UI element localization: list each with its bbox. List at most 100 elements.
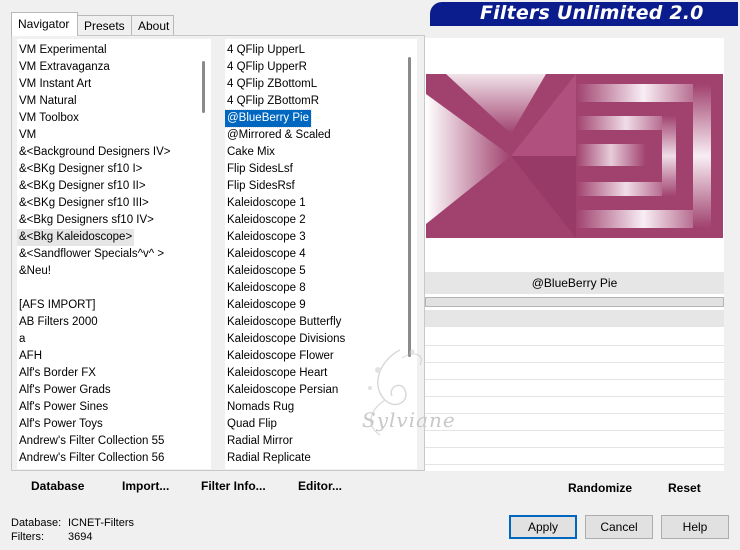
filter-scroll-thumb[interactable] [408,57,411,357]
tab-navigator[interactable]: Navigator [11,12,78,36]
cancel-button-label: Cancel [600,520,638,534]
filter-item-label: Sandy Flower [225,467,299,469]
filter-item-label: Kaleidoscope 4 [227,248,306,260]
reset-button[interactable]: Reset [668,481,701,495]
category-item[interactable]: VM Extravaganza [17,59,112,76]
category-item[interactable]: &<Bkg Kaleidoscope> [17,229,135,246]
filter-item-label: Flip SidesRsf [227,180,295,192]
category-item-label: a [19,333,26,345]
filter-item-label: 4 QFlip UpperL [227,44,305,56]
filter-item-label: Quad Flip [227,418,277,430]
tab-presets[interactable]: Presets [77,15,132,35]
filters-count-value: 3694 [68,531,93,543]
category-item-label: VM Instant Art [19,78,92,90]
filter-item-label: Kaleidoscope Divisions [227,333,346,345]
apply-button[interactable]: Apply [509,515,577,539]
filter-item[interactable]: Kaleidoscope 4 [225,246,308,263]
category-item[interactable]: &<BKg Designer sf10 I> [17,161,144,178]
category-item-label: Alf's Power Grads [19,384,111,396]
filter-item[interactable]: 4 QFlip UpperL [225,42,307,59]
database-button[interactable]: Database [31,479,84,493]
category-item[interactable]: AB Filters 2000 [17,314,100,331]
app-title-banner: Filters Unlimited 2.0 [430,2,738,24]
category-item[interactable]: &<Bkg Designers sf10 IV> [17,212,156,229]
filter-item[interactable]: @Mirrored & Scaled [225,127,333,144]
category-item[interactable]: Alf's Power Grads [17,382,113,399]
category-item-label: VM Experimental [19,44,107,56]
import-button[interactable]: Import... [122,479,169,493]
filter-item-label: 4 QFlip UpperR [227,61,307,73]
category-item[interactable]: VM Natural [17,93,79,110]
filter-item-label: 4 QFlip ZBottomR [227,95,320,107]
category-item[interactable]: Alf's Border FX [17,365,98,382]
category-item[interactable]: VM Instant Art [17,76,93,93]
database-value: ICNET-Filters [68,517,134,529]
filter-item[interactable]: Kaleidoscope Divisions [225,331,347,348]
filter-item[interactable]: Kaleidoscope Heart [225,365,329,382]
category-item[interactable]: Andrew's Filter Collection 56 [17,450,166,467]
category-item[interactable]: &Neu! [17,263,53,280]
category-item-label: &Neu! [19,265,51,277]
category-list[interactable]: VM Experimental VM Extravaganza VM Instant… [17,39,199,469]
filter-item-label: Kaleidoscope Flower [227,350,334,362]
filter-item-label: Kaleidoscope 2 [227,214,306,226]
category-item[interactable]: &<BKg Designer sf10 II> [17,178,148,195]
filter-item[interactable]: Flip SidesRsf [225,178,297,195]
category-item-label: VM [19,129,37,141]
filter-item[interactable]: Cake Mix [225,144,277,161]
filter-item[interactable]: Kaleidoscope Flower [225,348,336,365]
filter-item-label: 4 QFlip ZBottomL [227,78,318,90]
category-item[interactable]: VM Experimental [17,42,109,59]
category-item[interactable]: VM [17,127,38,144]
category-item[interactable]: a [17,331,27,348]
filter-info-button[interactable]: Filter Info... [201,479,266,493]
category-item-label: &<BKg Designer sf10 I> [19,163,143,175]
category-item[interactable]: &<Background Designers IV> [17,144,173,161]
filter-item-label: Kaleidoscope 5 [227,265,306,277]
filter-item-label: Kaleidoscope Persian [227,384,339,396]
category-item[interactable]: AFH [17,348,44,365]
randomize-button[interactable]: Randomize [568,481,632,495]
category-item-label: Andrew's Filter Collection 56 [19,452,165,464]
filter-item[interactable]: Quad Flip [225,416,279,433]
filter-item[interactable]: 4 QFlip UpperR [225,59,309,76]
editor-button[interactable]: Editor... [298,479,342,493]
tab-about[interactable]: About [131,15,174,35]
filter-item[interactable]: Flip SidesLsf [225,161,295,178]
filter-item[interactable]: Kaleidoscope Persian [225,382,340,399]
filter-item[interactable]: 4 QFlip ZBottomL [225,76,319,93]
category-scroll-thumb[interactable] [202,61,205,113]
filter-item[interactable]: @BlueBerry Pie [225,109,312,128]
category-item[interactable]: &<Sandflower Specials^v^ > [17,246,166,263]
filter-item[interactable]: Kaleidoscope 2 [225,212,308,229]
filter-item[interactable]: Kaleidoscope 5 [225,263,308,280]
filter-item[interactable]: Sandy Flower [225,467,299,469]
category-item[interactable]: Alf's Power Toys [17,416,105,433]
category-item[interactable]: Alf's Power Sines [17,399,110,416]
filter-item[interactable]: Kaleidoscope 1 [225,195,308,212]
category-item[interactable] [17,280,21,297]
parameter-slider[interactable] [425,297,724,307]
filter-item[interactable]: Kaleidoscope Butterfly [225,314,343,331]
selected-filter-label: @BlueBerry Pie [425,272,724,294]
category-item[interactable]: Andrew's Filter Collection 57 [17,467,166,469]
category-item[interactable]: Andrew's Filter Collection 55 [17,433,166,450]
filter-item[interactable]: Radial Replicate [225,450,313,467]
filter-item-label: Flip SidesLsf [227,163,293,175]
title-underline [430,24,738,26]
category-scrollbar[interactable] [199,39,211,469]
filter-item[interactable]: Nomads Rug [225,399,296,416]
filter-item[interactable]: 4 QFlip ZBottomR [225,93,321,110]
filter-item[interactable]: Kaleidoscope 8 [225,280,308,297]
category-item-label: AB Filters 2000 [19,316,98,328]
filter-item[interactable]: Kaleidoscope 9 [225,297,308,314]
filter-item[interactable]: Radial Mirror [225,433,295,450]
category-item-label: &<Background Designers IV> [19,146,171,158]
category-item[interactable]: VM Toolbox [17,110,81,127]
category-item[interactable]: [AFS IMPORT] [17,297,97,314]
filter-item[interactable]: Kaleidoscope 3 [225,229,308,246]
category-item[interactable]: &<BKg Designer sf10 III> [17,195,151,212]
help-button[interactable]: Help [661,515,729,539]
left-action-bar: Database Import... Filter Info... Editor… [11,471,425,499]
cancel-button[interactable]: Cancel [585,515,653,539]
